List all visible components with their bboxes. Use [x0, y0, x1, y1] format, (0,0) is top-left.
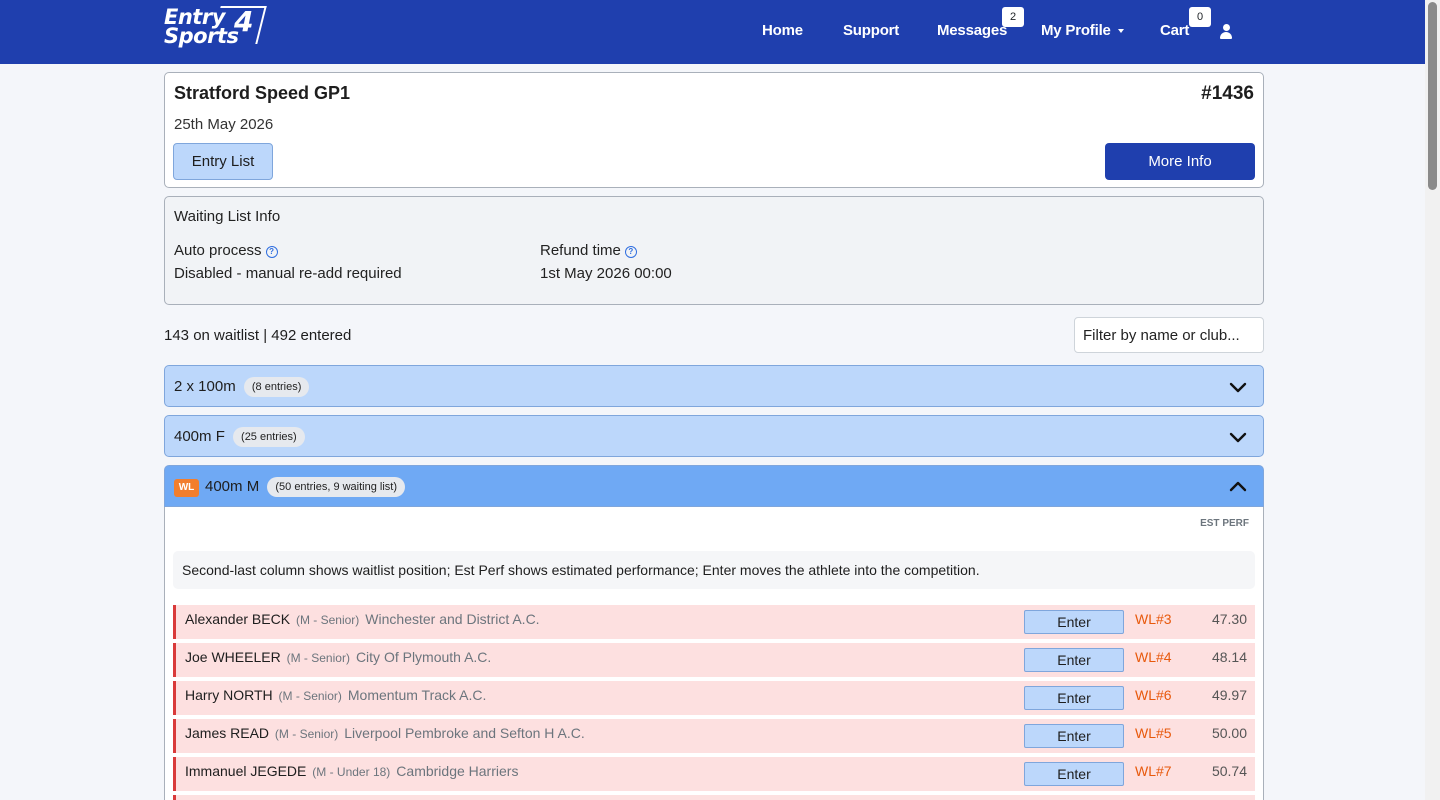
athlete-info: Alexander BECK (M - Senior) Winchester an…	[185, 611, 540, 627]
athlete-info: Immanuel JEGEDE (M - Under 18) Cambridge …	[185, 763, 518, 779]
waitlist-position: WL#7	[1135, 763, 1172, 779]
athlete-name: Alexander BECK	[185, 611, 291, 627]
waitlist-position: WL#3	[1135, 611, 1172, 627]
athlete-category: (M - Senior)	[286, 651, 350, 665]
event-accordion-2x100m[interactable]: 2 x 100m (8 entries)	[164, 365, 1264, 407]
event-name: 400m M	[205, 478, 260, 495]
logo-line-2: Sports	[164, 24, 239, 48]
user-icon-body	[1220, 32, 1232, 39]
filter-input[interactable]	[1074, 317, 1264, 353]
page-scrollbar[interactable]	[1425, 0, 1440, 800]
est-perf-value: 50.74	[1211, 763, 1247, 779]
waitlist-row: Joe WHEELER (M - Senior) City Of Plymouth…	[173, 643, 1255, 677]
athlete-category: (M - Under 18)	[312, 765, 391, 779]
entries-count-pill: (50 entries, 9 waiting list)	[267, 477, 406, 497]
event-name: 2 x 100m	[174, 378, 236, 395]
waitlist-row-partial	[173, 795, 1255, 800]
waitlist-position: WL#5	[1135, 725, 1172, 741]
help-note-text: Second-last column shows waitlist positi…	[182, 562, 980, 578]
help-note: Second-last column shows waitlist positi…	[173, 551, 1255, 589]
event-title: 400m F (25 entries)	[174, 427, 305, 447]
chevron-down-icon[interactable]	[1229, 428, 1247, 446]
nav-cart-link[interactable]: Cart	[1160, 22, 1189, 39]
athlete-info: James READ (M - Senior) Liverpool Pembrok…	[185, 725, 585, 741]
entries-count-pill: (8 entries)	[243, 377, 310, 397]
entries-summary: 143 on waitlist | 492 entered	[164, 327, 352, 344]
competition-date: 25th May 2026	[174, 116, 274, 133]
waiting-list-info-card: Waiting List Info Auto process? Disabled…	[164, 196, 1264, 305]
scrollbar-thumb[interactable]	[1428, 2, 1437, 190]
waitlist-position: WL#6	[1135, 687, 1172, 703]
event-accordion-body: EST PERF Second-last column shows waitli…	[164, 507, 1264, 800]
more-info-button[interactable]: More Info	[1105, 143, 1255, 180]
enter-button[interactable]: Enter	[1024, 724, 1124, 748]
waiting-list-info-heading: Waiting List Info	[174, 208, 281, 225]
athlete-info: Harry NORTH (M - Senior) Momentum Track A…	[185, 687, 486, 703]
est-perf-value: 47.30	[1211, 611, 1247, 627]
chevron-down-icon[interactable]	[1229, 378, 1247, 396]
top-navbar: 4 Entry Sports Home Support Messages 2 M…	[0, 0, 1440, 64]
auto-process-label: Auto process?	[174, 242, 278, 259]
athlete-name: Joe WHEELER	[185, 649, 281, 665]
waitlist-row: Alexander BECK (M - Senior) Winchester an…	[173, 605, 1255, 639]
waitlist-row: Immanuel JEGEDE (M - Under 18) Cambridge …	[173, 757, 1255, 791]
entries-count-pill: (25 entries)	[233, 427, 305, 447]
est-perf-value: 50.00	[1211, 725, 1247, 741]
competition-header-card: Stratford Speed GP1 #1436 25th May 2026 …	[164, 72, 1264, 188]
event-accordion-400m-f[interactable]: 400m F (25 entries)	[164, 415, 1264, 457]
nav-home-link[interactable]: Home	[762, 22, 803, 39]
athlete-club: Winchester and District A.C.	[365, 611, 540, 627]
logo-wordmark: Entry Sports	[164, 7, 239, 48]
event-accordion-400m-m[interactable]: WL 400m M (50 entries, 9 waiting list)	[164, 465, 1264, 507]
entry-list-button[interactable]: Entry List	[173, 143, 273, 180]
est-perf-value: 49.97	[1211, 687, 1247, 703]
nav-messages-link[interactable]: Messages	[937, 22, 1007, 39]
refund-time-value: 1st May 2026 00:00	[540, 265, 672, 282]
question-info-icon[interactable]: ?	[265, 246, 278, 258]
user-icon[interactable]	[1219, 24, 1233, 40]
athlete-club: Liverpool Pembroke and Sefton H A.C.	[344, 725, 585, 741]
athlete-info: Joe WHEELER (M - Senior) City Of Plymouth…	[185, 649, 491, 665]
auto-process-label-text: Auto process	[174, 242, 262, 259]
waitlist-tag: WL	[174, 479, 199, 497]
athlete-category: (M - Senior)	[278, 689, 342, 703]
athlete-name: Harry NORTH	[185, 687, 273, 703]
entry4sports-logo[interactable]: 4 Entry Sports	[164, 5, 267, 50]
cart-count-badge: 0	[1189, 7, 1211, 27]
waitlist-row: Harry NORTH (M - Senior) Momentum Track A…	[173, 681, 1255, 715]
event-title: WL 400m M (50 entries, 9 waiting list)	[174, 477, 406, 497]
auto-process-value: Disabled - manual re-add required	[174, 265, 402, 282]
enter-button[interactable]: Enter	[1024, 686, 1124, 710]
caret-down-icon[interactable]	[1118, 29, 1124, 33]
waitlist-row: James READ (M - Senior) Liverpool Pembrok…	[173, 719, 1255, 753]
est-perf-column-header: EST PERF	[1200, 518, 1249, 529]
enter-button[interactable]: Enter	[1024, 648, 1124, 672]
competition-id: #1436	[1201, 83, 1254, 104]
competition-title: Stratford Speed GP1	[174, 83, 351, 103]
nav-support-link[interactable]: Support	[843, 22, 899, 39]
enter-button[interactable]: Enter	[1024, 762, 1124, 786]
athlete-category: (M - Senior)	[295, 613, 360, 627]
enter-button[interactable]: Enter	[1024, 610, 1124, 634]
athlete-club: Momentum Track A.C.	[347, 687, 487, 703]
user-icon-head	[1222, 24, 1230, 31]
athlete-name: James READ	[185, 725, 270, 741]
athlete-name: Immanuel JEGEDE	[185, 763, 307, 779]
chevron-up-icon[interactable]	[1229, 478, 1247, 496]
athlete-club: Cambridge Harriers	[396, 763, 519, 779]
question-info-icon[interactable]: ?	[624, 246, 637, 258]
messages-count-badge: 2	[1002, 7, 1024, 27]
refund-time-label-text: Refund time	[540, 242, 621, 259]
athlete-club: City Of Plymouth A.C.	[355, 649, 492, 665]
refund-time-label: Refund time?	[540, 242, 637, 259]
waitlist-position: WL#4	[1135, 649, 1172, 665]
event-name: 400m F	[174, 428, 225, 445]
est-perf-value: 48.14	[1211, 649, 1247, 665]
event-title: 2 x 100m (8 entries)	[174, 377, 310, 397]
nav-my-profile-dropdown[interactable]: My Profile	[1041, 22, 1111, 39]
athlete-category: (M - Senior)	[274, 727, 339, 741]
